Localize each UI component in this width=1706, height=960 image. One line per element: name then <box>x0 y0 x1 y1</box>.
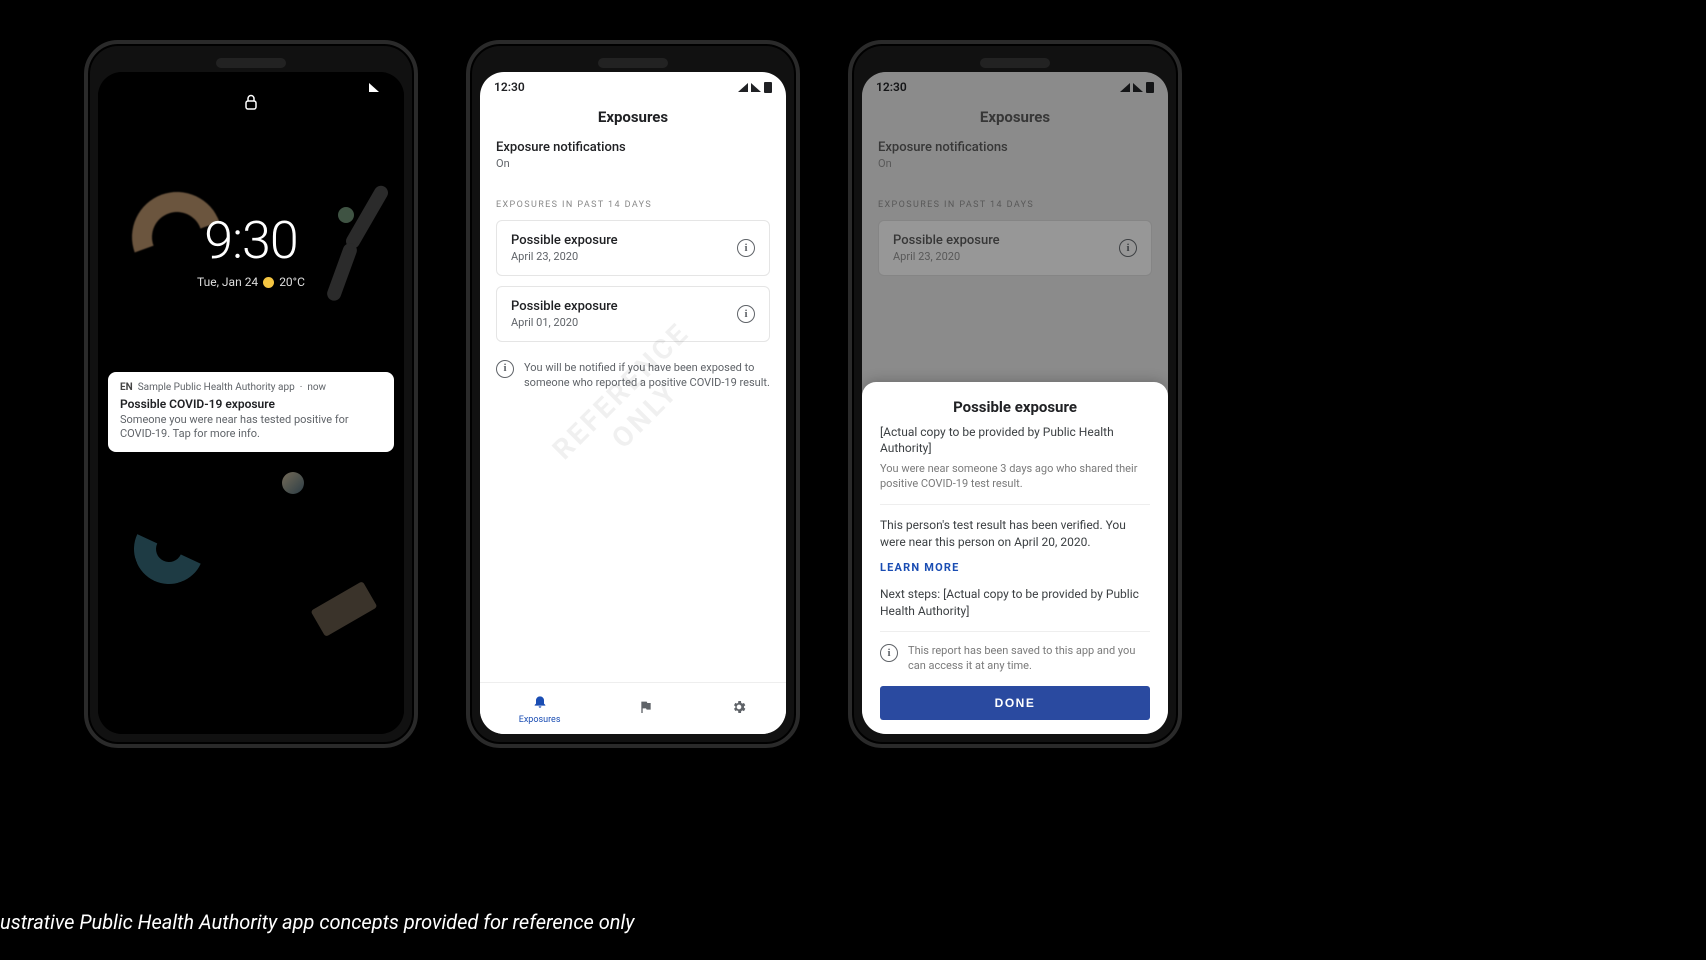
page-title: Exposures <box>480 108 786 126</box>
saved-note: This report has been saved to this app a… <box>908 644 1150 674</box>
nav-tab-report[interactable] <box>638 699 654 719</box>
exposure-date: April 01, 2020 <box>511 316 618 329</box>
exposure-title: Possible exposure <box>511 299 618 314</box>
bell-icon <box>532 693 548 713</box>
notif-app-name: Sample Public Health Authority app <box>138 382 295 393</box>
signal-icon-2 <box>751 83 761 92</box>
sheet-body: This person's test result has been verif… <box>880 517 1150 551</box>
nav-tab-exposures[interactable]: Exposures <box>519 693 561 725</box>
notif-title: Possible COVID-19 exposure <box>120 397 382 411</box>
info-icon[interactable]: i <box>737 239 755 257</box>
signal-icon <box>738 83 748 92</box>
learn-more-link[interactable]: LEARN MORE <box>880 561 1150 574</box>
exposure-detail-sheet: Possible exposure [Actual copy to be pro… <box>862 382 1168 734</box>
sheet-title: Possible exposure <box>880 398 1150 416</box>
nav-tab-settings[interactable] <box>731 699 747 719</box>
exposure-notifications-setting[interactable]: Exposure notifications On <box>496 126 770 184</box>
footnote-text: You will be notified if you have been ex… <box>524 360 770 391</box>
exposure-item[interactable]: Possible exposure April 23, 2020 i <box>496 220 770 276</box>
bottom-nav: Exposures <box>480 682 786 734</box>
next-steps: Next steps: [Actual copy to be provided … <box>880 586 1150 620</box>
lockscreen-time: 9:30 <box>204 210 297 271</box>
flag-icon <box>638 699 654 719</box>
setting-value: On <box>496 157 770 170</box>
weather-icon <box>263 277 274 288</box>
notif-when: now <box>307 382 326 393</box>
status-time: 12:30 <box>494 80 525 94</box>
sheet-subtitle: [Actual copy to be provided by Public He… <box>880 424 1150 456</box>
phone-exposures-list: 12:30 Exposures Exposure notifications O… <box>466 40 800 748</box>
info-icon: i <box>880 644 898 662</box>
notif-app-prefix: EN <box>120 382 133 393</box>
lockscreen-date: Tue, Jan 24 <box>197 275 258 289</box>
status-icons <box>738 82 772 93</box>
info-icon[interactable]: i <box>737 305 755 323</box>
stage-caption: ustrative Public Health Authority app co… <box>0 910 634 934</box>
exposure-title: Possible exposure <box>511 233 618 248</box>
setting-label: Exposure notifications <box>496 140 770 155</box>
gear-icon <box>731 699 747 719</box>
phone-exposure-detail: 12:30 Exposures Exposure notifications O… <box>848 40 1182 748</box>
lockscreen-temp: 20°C <box>279 275 305 289</box>
phone-lockscreen: 12:30 9:30 Tue, Jan 24 20°C <box>84 40 418 748</box>
nav-tab-label: Exposures <box>519 715 561 725</box>
exposure-date: April 23, 2020 <box>511 250 618 263</box>
info-icon: i <box>496 360 514 378</box>
battery-icon <box>764 82 772 93</box>
lock-icon <box>244 94 258 114</box>
notif-body: Someone you were near has tested positiv… <box>120 413 382 442</box>
list-caption: EXPOSURES IN PAST 14 DAYS <box>496 200 770 210</box>
done-button[interactable]: DONE <box>880 686 1150 720</box>
exposure-item[interactable]: Possible exposure April 01, 2020 i <box>496 286 770 342</box>
notification-card[interactable]: EN Sample Public Health Authority app · … <box>108 372 394 452</box>
sheet-summary: You were near someone 3 days ago who sha… <box>880 462 1150 492</box>
